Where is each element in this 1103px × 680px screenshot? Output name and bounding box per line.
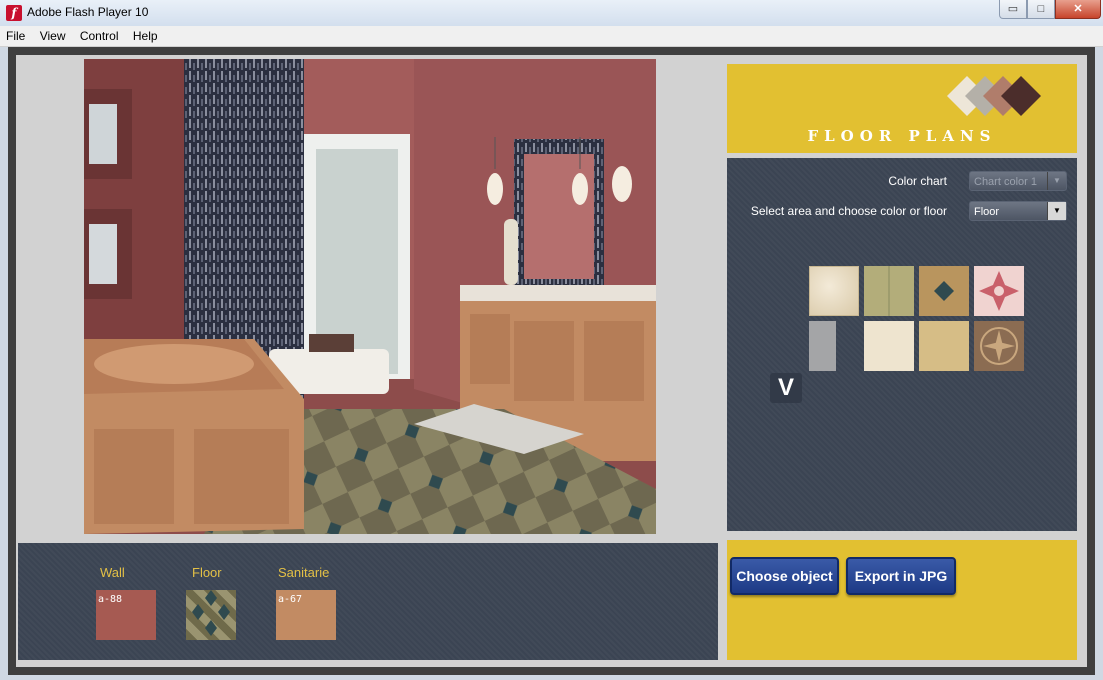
rosette-icon [980, 327, 1018, 365]
star-icon [979, 271, 1019, 311]
scroll-down-button[interactable]: V [770, 373, 802, 403]
color-chart-label: Color chart [888, 174, 947, 188]
tile-brown-rosette[interactable] [974, 321, 1024, 371]
title-bar: f Adobe Flash Player 10 ▭ □ ✕ [0, 0, 1103, 27]
stage-content: Wall a-88 Floor Sanitarie a-67 FLOOR PLA… [16, 55, 1087, 667]
color-chart-select[interactable]: Chart color 1 ▼ [969, 171, 1067, 191]
color-chart-value: Chart color 1 [974, 176, 1037, 188]
sanitarie-label: Sanitarie [278, 565, 330, 580]
chevron-down-icon: V [777, 374, 794, 401]
wall-label: Wall [100, 565, 125, 580]
tile-grey-stone[interactable] [809, 321, 836, 371]
floor-swatch[interactable] [186, 590, 236, 640]
flash-stage: Wall a-88 Floor Sanitarie a-67 FLOOR PLA… [8, 47, 1095, 675]
chevron-down-icon: ▼ [1047, 172, 1066, 190]
sanitarie-swatch[interactable]: a-67 [276, 590, 336, 640]
chevron-down-icon: ▼ [1047, 202, 1066, 220]
floor-label: Floor [192, 565, 222, 580]
area-select[interactable]: Floor ▼ [969, 201, 1067, 221]
menu-view[interactable]: View [34, 26, 71, 43]
window-title: Adobe Flash Player 10 [27, 5, 149, 19]
floor-tile-icon [192, 590, 230, 636]
floor-plans-logo-panel: FLOOR PLANS [727, 64, 1077, 153]
flash-player-icon: f [6, 5, 22, 21]
sanitarie-code: a-67 [278, 594, 303, 605]
area-label: Select area and choose color or floor [750, 204, 947, 218]
tile-beige-diamond[interactable] [919, 266, 969, 316]
selected-colors-panel: Wall a-88 Floor Sanitarie a-67 [18, 543, 718, 660]
tile-ivory[interactable] [864, 321, 914, 371]
menu-help[interactable]: Help [127, 26, 163, 43]
tile-green-beige[interactable] [864, 266, 914, 316]
menu-file[interactable]: File [0, 26, 30, 43]
close-button[interactable]: ✕ [1055, 0, 1101, 19]
choose-object-button[interactable]: Choose object [730, 557, 839, 595]
bathroom-scene [84, 59, 656, 534]
menu-bar: File View Control Help [0, 26, 1103, 47]
tile-pink-star[interactable] [974, 266, 1024, 316]
menu-control[interactable]: Control [74, 26, 124, 43]
wall-swatch[interactable]: a-88 [96, 590, 156, 640]
tile-sand[interactable] [919, 321, 969, 371]
wall-code: a-88 [98, 594, 123, 605]
selection-panel: Color chart Chart color 1 ▼ Select area … [727, 158, 1077, 531]
maximize-button[interactable]: □ [1027, 0, 1055, 19]
area-value: Floor [974, 206, 1000, 218]
tile-diamonds-logo [947, 76, 1041, 116]
app-title: FLOOR PLANS [807, 127, 997, 145]
minimize-button[interactable]: ▭ [999, 0, 1027, 19]
bathroom-preview[interactable] [84, 59, 656, 534]
tile-cream-marble[interactable] [809, 266, 859, 316]
export-jpg-button[interactable]: Export in JPG [846, 557, 956, 595]
diamond-icon [934, 281, 954, 301]
actions-panel: Choose object Export in JPG [727, 540, 1077, 660]
